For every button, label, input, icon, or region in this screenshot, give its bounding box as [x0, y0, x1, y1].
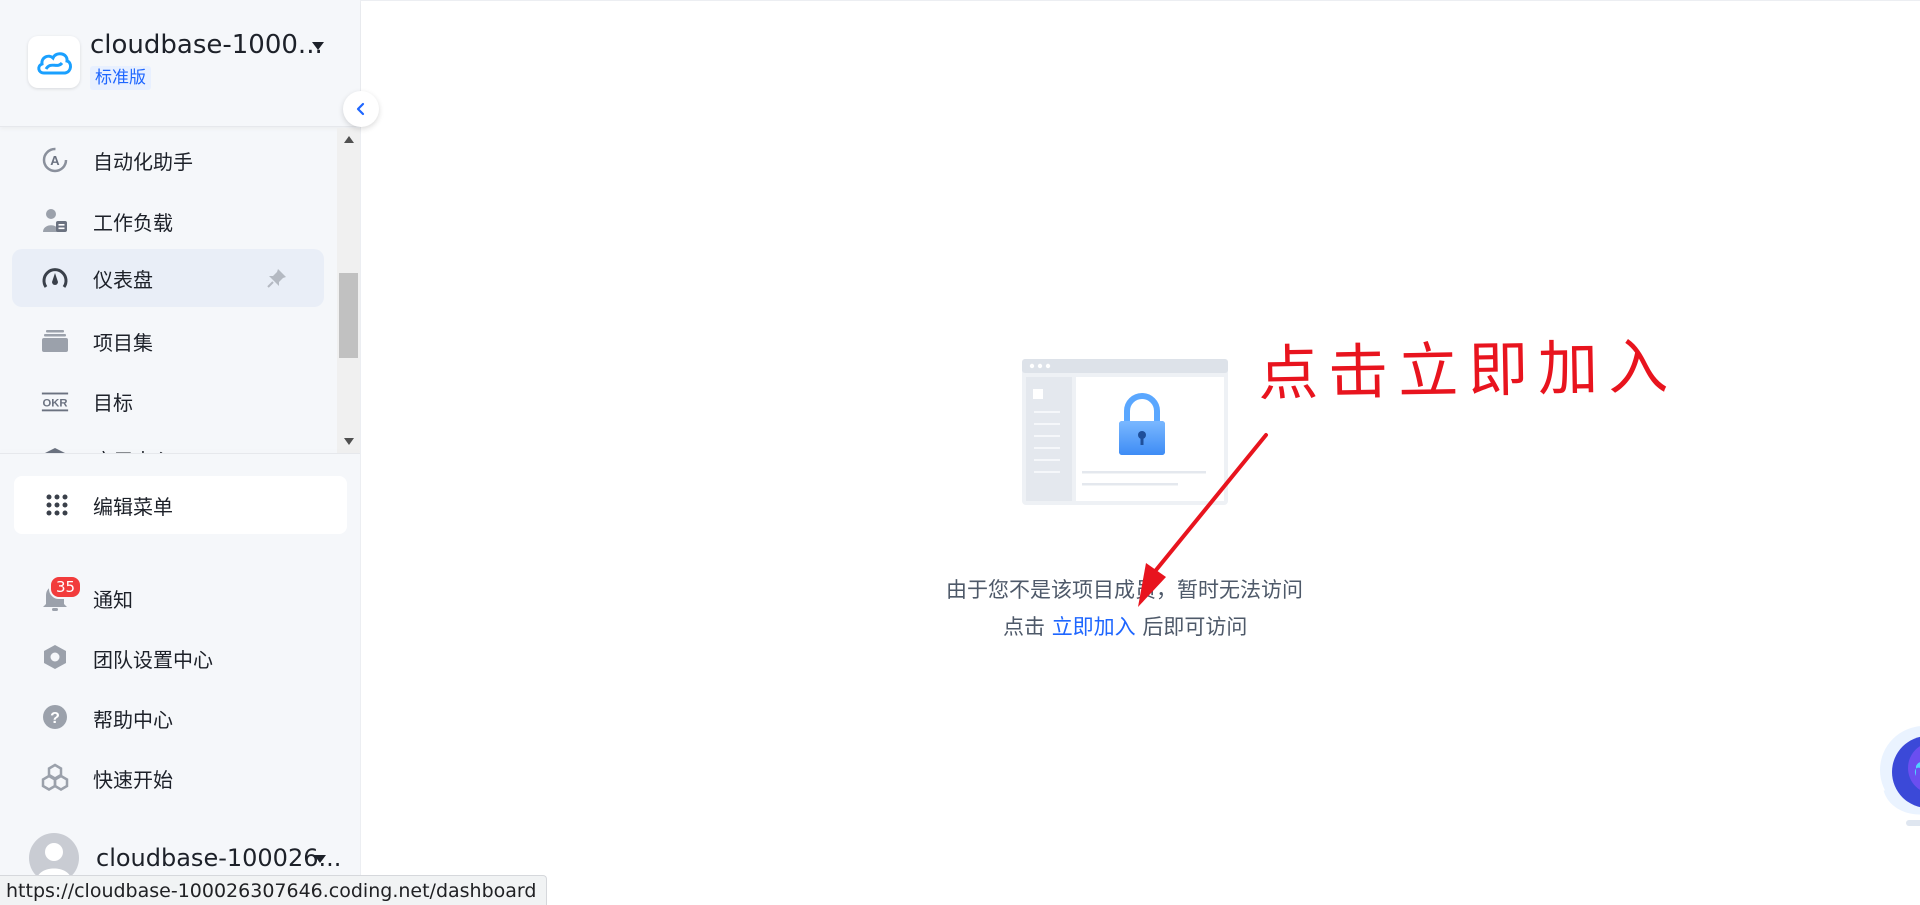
nav-item-automation[interactable]: A 自动化助手 — [12, 131, 324, 189]
caret-down-icon — [312, 42, 324, 50]
nav-label: 仪表盘 — [93, 267, 153, 292]
quick-start-icon — [40, 762, 70, 792]
app-center-icon — [40, 444, 70, 453]
plan-badge: 标准版 — [90, 66, 151, 90]
grid-dots-icon — [42, 490, 72, 520]
nav-label: 工作负载 — [93, 210, 173, 235]
nav-label: 项目集 — [93, 330, 153, 355]
edit-menu-label: 编辑菜单 — [93, 495, 173, 519]
sidebar: cloudbase-1000... 标准版 A 自动化助手 工作负载 仪表盘 项… — [0, 0, 361, 905]
caret-down-icon — [314, 855, 326, 863]
divider — [0, 453, 360, 454]
settings-hex-icon — [40, 642, 70, 672]
nav-label: 通知 — [93, 588, 133, 612]
svg-text:A: A — [50, 153, 60, 168]
workload-icon — [40, 206, 70, 236]
nav-label: 目标 — [93, 390, 133, 415]
nav-label: 快速开始 — [93, 768, 173, 792]
automation-icon: A — [40, 145, 70, 175]
nav-item-project-set[interactable]: 项目集 — [12, 312, 324, 370]
nav-label: 团队设置中心 — [93, 648, 213, 672]
nav-item-okr[interactable]: OKR 目标 — [12, 372, 324, 430]
help-icon: ? — [40, 702, 70, 732]
edit-menu-button[interactable]: 编辑菜单 — [14, 476, 347, 534]
assistant-float-button[interactable] — [1876, 724, 1920, 844]
annotation-arrow-icon — [1138, 433, 1268, 607]
dashboard-icon — [40, 263, 70, 293]
pin-icon[interactable] — [264, 265, 290, 291]
svg-text:OKR: OKR — [43, 398, 68, 410]
scroll-up-arrow-icon[interactable] — [344, 136, 354, 143]
instruction-prefix: 点击 — [1003, 615, 1045, 639]
scroll-down-arrow-icon[interactable] — [344, 438, 354, 445]
notification-count-badge: 35 — [49, 575, 83, 599]
nav-label: 应用中心 — [93, 445, 173, 454]
app-root: cloudbase-1000... 标准版 A 自动化助手 工作负载 仪表盘 项… — [0, 0, 1920, 905]
join-instruction: 点击 立即加入 后即可访问 — [1003, 611, 1247, 641]
svg-text:?: ? — [50, 710, 60, 727]
team-name: cloudbase-1000... — [90, 30, 323, 60]
team-switcher[interactable]: cloudbase-1000... 标准版 — [0, 0, 360, 127]
status-bar-url: https://cloudbase-100026307646.coding.ne… — [0, 875, 548, 905]
nav-item-dashboard[interactable]: 仪表盘 — [12, 249, 324, 307]
collapse-sidebar-button[interactable] — [343, 91, 379, 127]
user-name: cloudbase-100026... — [96, 844, 342, 872]
nav-label: 帮助中心 — [93, 708, 173, 732]
annotation-text: 点击立即加入 — [1257, 332, 1679, 410]
nav-item-quick-start[interactable]: 快速开始 — [12, 748, 324, 806]
nav-scrollbar[interactable] — [337, 128, 360, 453]
nav-label: 自动化助手 — [93, 149, 193, 174]
scroll-thumb[interactable] — [339, 273, 358, 358]
instruction-suffix: 后即可访问 — [1142, 615, 1248, 639]
nav-menu: A 自动化助手 工作负载 仪表盘 项目集 OKR 目标 — [0, 128, 360, 453]
nav-item-app-center[interactable]: 应用中心 — [12, 430, 324, 453]
nav-item-workload[interactable]: 工作负载 — [12, 192, 324, 250]
chevron-left-icon — [356, 102, 365, 116]
nav-item-team-settings[interactable]: 团队设置中心 — [12, 628, 324, 686]
project-set-icon — [40, 326, 70, 356]
okr-icon: OKR — [40, 386, 70, 416]
join-now-link[interactable]: 立即加入 — [1052, 615, 1136, 639]
cloud-logo-icon — [28, 36, 80, 88]
nav-item-help[interactable]: ? 帮助中心 — [12, 688, 324, 746]
